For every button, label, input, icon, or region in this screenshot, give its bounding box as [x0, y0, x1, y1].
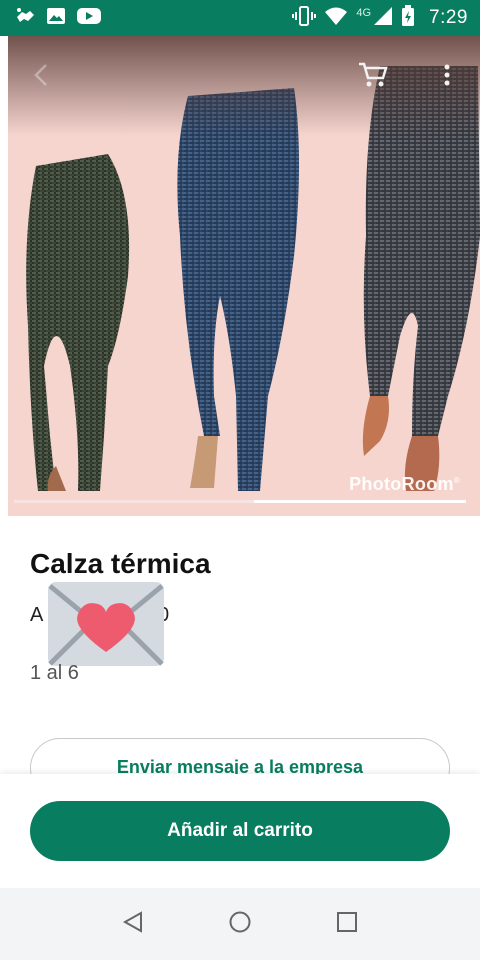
carousel-progress-track [14, 500, 466, 503]
back-arrow-icon [33, 63, 49, 92]
nav-back-button[interactable] [113, 904, 153, 944]
clock: 7:29 [429, 7, 468, 28]
more-options-button[interactable] [432, 62, 462, 92]
nav-recents-icon [336, 911, 358, 938]
wifi-icon [324, 6, 348, 31]
more-vert-icon [443, 63, 451, 92]
product-title: Calza térmica [30, 548, 211, 579]
nav-recents-button[interactable] [327, 904, 367, 944]
status-bar: 4G 7:29 [0, 0, 480, 36]
nav-home-icon [228, 910, 252, 939]
add-to-cart-label: Añadir al carrito [167, 820, 313, 841]
battery-charging-icon [401, 4, 415, 32]
nav-home-button[interactable] [220, 904, 260, 944]
back-button[interactable] [26, 62, 56, 92]
app-screen: 4G 7:29 PhotoRoom® Calza térmica A 1 al … [0, 0, 480, 960]
image-icon [46, 6, 66, 31]
image-top-shade [8, 36, 480, 136]
nav-back-icon [122, 910, 144, 939]
system-nav-bar [0, 888, 480, 960]
cart-button[interactable] [356, 62, 390, 92]
carousel-progress-fill [253, 500, 466, 503]
bottom-action-bar: Añadir al carrito [0, 774, 480, 888]
love-letter-emoji [46, 580, 166, 668]
cart-icon [358, 62, 388, 93]
signal-icon [373, 6, 393, 31]
photo-watermark: PhotoRoom® [349, 474, 460, 494]
youtube-icon [76, 6, 102, 31]
add-to-cart-button[interactable]: Añadir al carrito [30, 801, 450, 861]
product-image-carousel[interactable]: PhotoRoom® [8, 36, 480, 516]
vibrate-icon [292, 5, 317, 32]
hand-shake-icon [14, 5, 36, 32]
stock-range: 1 al 6 [30, 662, 79, 684]
network-type-label: 4G [356, 7, 372, 19]
